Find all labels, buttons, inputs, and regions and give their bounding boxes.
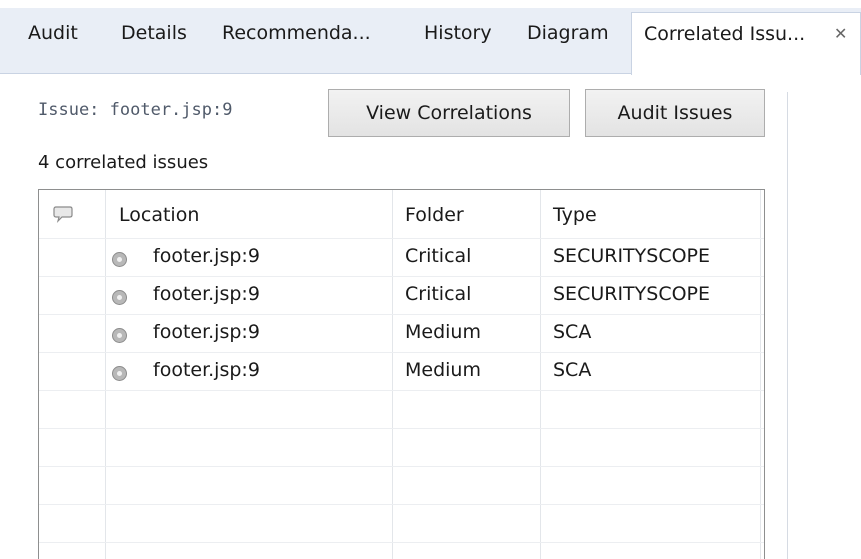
row-divider — [39, 390, 764, 391]
row-divider — [39, 466, 764, 467]
close-icon[interactable]: ✕ — [834, 24, 847, 43]
row-divider — [39, 504, 764, 505]
cell-type: SECURITYSCOPE — [553, 245, 711, 267]
correlated-count-label: 4 correlated issues — [38, 152, 209, 173]
row-divider — [39, 542, 764, 543]
row-divider — [39, 352, 764, 353]
column-header-type[interactable]: Type — [553, 204, 597, 226]
audit-issues-button[interactable]: Audit Issues — [585, 89, 765, 137]
issue-status-icon — [112, 366, 127, 381]
issue-status-icon — [112, 290, 127, 305]
correlated-issues-table: Location Folder Type footer.jsp:9 Critic… — [38, 189, 765, 559]
cell-type: SCA — [553, 359, 592, 381]
row-divider — [39, 276, 764, 277]
tab-correlated-issues-label: Correlated Issu... — [644, 23, 806, 45]
cell-folder: Medium — [405, 359, 481, 381]
cell-location: footer.jsp:9 — [153, 283, 260, 305]
cell-location: footer.jsp:9 — [153, 321, 260, 343]
cell-type: SCA — [553, 321, 592, 343]
row-divider — [39, 238, 764, 239]
tab-recommendations[interactable]: Recommenda... — [222, 22, 371, 44]
column-header-location[interactable]: Location — [119, 204, 199, 226]
tab-history[interactable]: History — [424, 22, 492, 44]
issue-status-icon — [112, 328, 127, 343]
column-header-folder[interactable]: Folder — [405, 204, 464, 226]
cell-location: footer.jsp:9 — [153, 245, 260, 267]
tab-diagram[interactable]: Diagram — [527, 22, 609, 44]
tab-bar: Audit Details Recommenda... History Diag… — [0, 0, 861, 75]
tab-correlated-issues[interactable]: Correlated Issu... ✕ — [631, 12, 861, 75]
cell-folder: Critical — [405, 245, 472, 267]
view-correlations-button[interactable]: View Correlations — [328, 89, 570, 137]
issue-label: Issue: footer.jsp:9 — [38, 100, 233, 120]
row-divider — [39, 314, 764, 315]
cell-type: SECURITYSCOPE — [553, 283, 711, 305]
tab-details[interactable]: Details — [121, 22, 187, 44]
cell-folder: Critical — [405, 283, 472, 305]
cell-location: footer.jsp:9 — [153, 359, 260, 381]
right-panel-divider — [787, 92, 788, 559]
row-divider — [39, 428, 764, 429]
comment-icon[interactable] — [53, 205, 73, 223]
issue-status-icon — [112, 252, 127, 267]
cell-folder: Medium — [405, 321, 481, 343]
tab-audit[interactable]: Audit — [28, 22, 78, 44]
